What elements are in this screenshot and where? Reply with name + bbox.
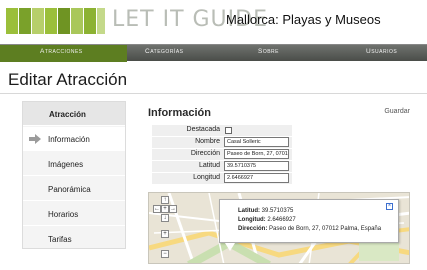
panel-title: Información bbox=[148, 107, 211, 119]
page-title: Editar Atracción bbox=[8, 70, 128, 89]
close-icon[interactable]: × bbox=[386, 203, 393, 210]
logo-square bbox=[58, 8, 70, 34]
field-row-destacada: Destacada bbox=[152, 125, 292, 136]
zoom-in-button-2[interactable]: + bbox=[161, 230, 169, 238]
logo-square bbox=[97, 8, 105, 34]
pan-up-button[interactable]: ↑ bbox=[161, 196, 169, 204]
direccion-label: Dirección bbox=[190, 150, 220, 157]
destacada-label: Destacada bbox=[186, 126, 220, 133]
pan-down-button[interactable]: ↓ bbox=[161, 214, 169, 222]
latitud-input[interactable]: 39.5710375 bbox=[224, 161, 289, 171]
logo-squares bbox=[6, 8, 106, 34]
map-controls: ↑ ← + → ↓ + − bbox=[153, 196, 177, 258]
sidebar-item-label: Horarios bbox=[48, 210, 79, 219]
sidebar-item-label: Atracción bbox=[49, 110, 86, 119]
field-row-nombre: Nombre Casal Solleric bbox=[152, 137, 292, 148]
zoom-out-button[interactable]: − bbox=[161, 250, 169, 258]
logo-square bbox=[6, 8, 18, 34]
sidebar-item-panoramica[interactable]: Panorámica bbox=[23, 177, 125, 201]
nav-item-categorias[interactable]: Categorías bbox=[145, 48, 184, 55]
popup-lat-value: 39.5710375 bbox=[261, 208, 294, 214]
popup-lng-value: 2.6466927 bbox=[267, 217, 296, 223]
save-link[interactable]: Guardar bbox=[384, 108, 410, 115]
logo-square bbox=[84, 8, 96, 34]
popup-lng-label: Longitud: bbox=[238, 217, 266, 223]
sidebar-item-label: Información bbox=[48, 135, 90, 144]
sidebar-item-atraccion[interactable]: Atracción bbox=[23, 102, 125, 126]
sidebar-item-imagenes[interactable]: Imágenes bbox=[23, 152, 125, 176]
nav-item-atracciones[interactable]: Atracciones bbox=[40, 48, 83, 55]
zoom-in-button[interactable]: + bbox=[161, 205, 169, 213]
sidebar-item-horarios[interactable]: Horarios bbox=[23, 202, 125, 226]
nombre-label: Nombre bbox=[195, 138, 220, 145]
longitud-input[interactable]: 2.6466927 bbox=[224, 173, 289, 183]
sidebar-item-tarifas[interactable]: Tarifas bbox=[23, 227, 125, 251]
pan-right-button[interactable]: → bbox=[169, 205, 177, 213]
popup-address: Dirección: Paseo de Born, 27, 07012 Palm… bbox=[238, 226, 381, 232]
sidebar-item-informacion[interactable]: Información bbox=[23, 127, 125, 151]
destacada-checkbox[interactable] bbox=[225, 127, 232, 134]
logo-square bbox=[32, 8, 44, 34]
pan-left-button[interactable]: ← bbox=[153, 205, 161, 213]
main-nav: Atracciones Categorías Sobre Usuarios bbox=[0, 44, 427, 62]
longitud-label: Longitud bbox=[193, 174, 220, 181]
popup-addr-value: Paseo de Born, 27, 07012 Palma, España bbox=[269, 226, 382, 232]
popup-tail bbox=[225, 243, 235, 251]
header: Let It Guide Mallorca: Playas y Museos bbox=[0, 0, 427, 42]
nav-item-usuarios[interactable]: Usuarios bbox=[366, 48, 397, 55]
logo-square bbox=[71, 8, 83, 34]
popup-addr-label: Dirección: bbox=[238, 226, 268, 232]
field-row-direccion: Dirección Paseo de Born, 27, 07012 bbox=[152, 149, 292, 160]
divider bbox=[0, 93, 427, 94]
sidebar-item-label: Imágenes bbox=[48, 160, 84, 169]
popup-longitude: Longitud: 2.6466927 bbox=[238, 217, 296, 223]
sidebar-item-label: Panorámica bbox=[48, 185, 91, 194]
logo-square bbox=[45, 8, 57, 34]
field-row-longitud: Longitud 2.6466927 bbox=[152, 173, 292, 184]
direccion-input[interactable]: Paseo de Born, 27, 07012 bbox=[224, 149, 289, 159]
latitud-label: Latitud bbox=[198, 162, 220, 169]
map-info-popup: Latitud: 39.5710375 Longitud: 2.6466927 … bbox=[219, 199, 399, 243]
app-title: Mallorca: Playas y Museos bbox=[226, 12, 381, 27]
nav-item-sobre[interactable]: Sobre bbox=[258, 48, 279, 55]
logo-square bbox=[19, 8, 31, 34]
map-view[interactable]: ↑ ← + → ↓ + − Latitud: 39.5710375 Longit… bbox=[148, 192, 410, 264]
popup-latitude: Latitud: 39.5710375 bbox=[238, 208, 293, 214]
popup-lat-label: Latitud: bbox=[238, 208, 260, 214]
sidebar-item-label: Tarifas bbox=[48, 235, 72, 244]
sidebar: Atracción Información Imágenes Panorámic… bbox=[22, 101, 126, 249]
field-row-latitud: Latitud 39.5710375 bbox=[152, 161, 292, 172]
arrow-right-icon bbox=[29, 134, 41, 144]
nombre-input[interactable]: Casal Solleric bbox=[224, 137, 289, 147]
